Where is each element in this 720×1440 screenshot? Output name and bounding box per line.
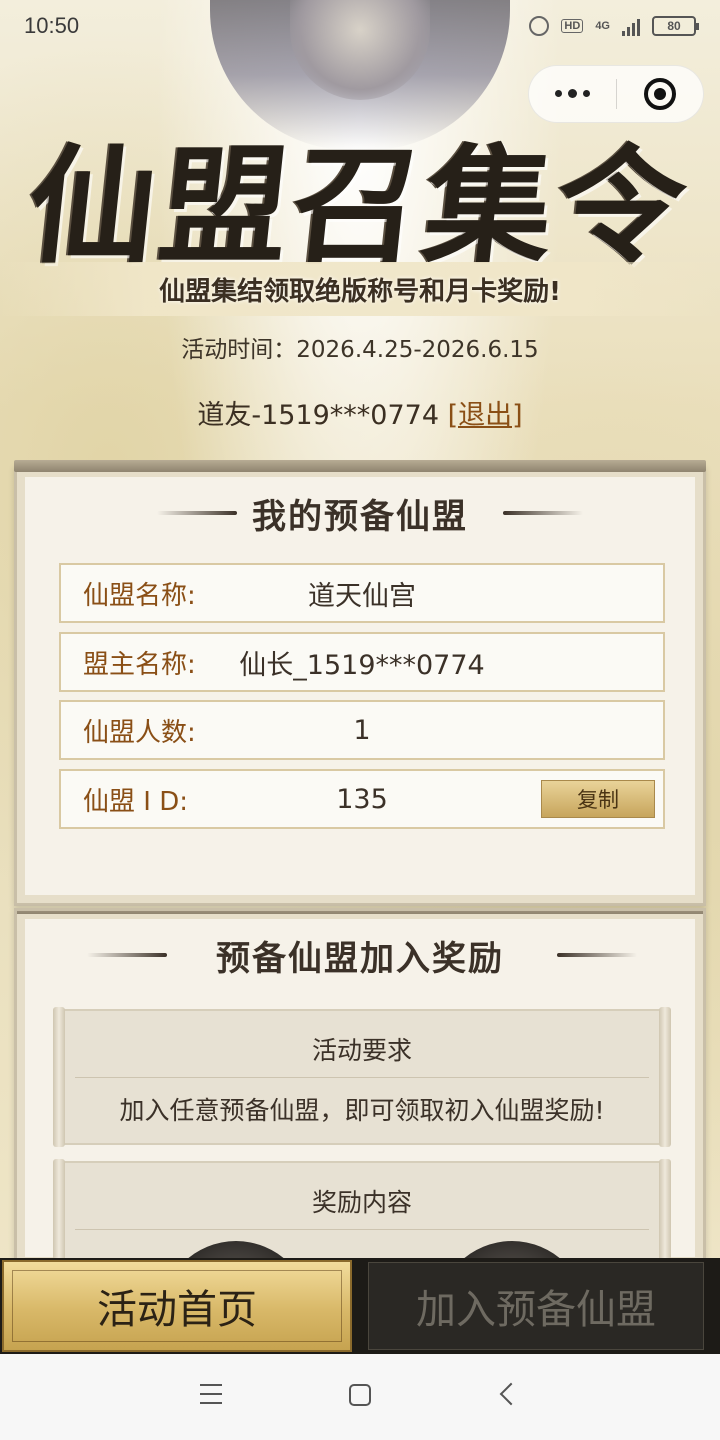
requirement-text: 加入任意预备仙盟，即可领取初入仙盟奖励!	[119, 1096, 605, 1125]
hd-icon: HD	[561, 19, 584, 33]
logout-link[interactable]: [退出]	[448, 400, 523, 431]
join-reward-heading: 预备仙盟加入奖励	[216, 939, 504, 979]
scroll-divider	[75, 1229, 649, 1230]
signal-icon	[622, 16, 640, 36]
page-title: 仙盟召集令	[20, 131, 697, 282]
activity-home-button[interactable]: 活动首页	[2, 1260, 352, 1352]
reward-scroll: 奖励内容	[53, 1159, 671, 1265]
alarm-icon	[529, 16, 550, 36]
requirement-title: 活动要求	[311, 1036, 412, 1065]
back-icon[interactable]	[499, 1382, 523, 1406]
alliance-name-value: 道天仙宫	[308, 580, 416, 612]
menu-icon[interactable]	[200, 1384, 222, 1404]
copy-id-button[interactable]: 复制	[541, 780, 655, 818]
member-count-row: 仙盟人数: 1	[59, 700, 665, 760]
alliance-name-row: 仙盟名称: 道天仙宫	[59, 563, 665, 623]
bottom-tab-bar: 活动首页 加入预备仙盟	[0, 1258, 720, 1354]
activity-home-label: 活动首页	[97, 1287, 257, 1333]
more-icon[interactable]	[529, 89, 616, 98]
network-type: 4G	[595, 20, 610, 32]
subtitle: 仙盟集结领取绝版称号和月卡奖励!	[159, 276, 561, 307]
join-alliance-button[interactable]: 加入预备仙盟	[368, 1262, 704, 1350]
close-miniprogram-icon[interactable]	[617, 78, 704, 110]
battery-icon: 80	[652, 16, 699, 36]
member-count-value: 1	[353, 714, 371, 746]
reward-title: 奖励内容	[311, 1188, 412, 1217]
activity-time: 活动时间：2026.4.25-2026.6.15	[181, 337, 539, 363]
miniprogram-capsule	[528, 65, 704, 123]
join-reward-panel: 预备仙盟加入奖励 活动要求 加入任意预备仙盟，即可领取初入仙盟奖励! 奖励内容	[14, 908, 706, 1268]
requirement-scroll: 活动要求 加入任意预备仙盟，即可领取初入仙盟奖励!	[53, 1007, 671, 1147]
status-bar: 10:50 HD 4G 80	[0, 0, 720, 52]
alliance-id-row: 仙盟 I D: 135 复制	[59, 769, 665, 829]
join-alliance-label: 加入预备仙盟	[416, 1287, 656, 1333]
user-line: 道友-1519***0774 [退出]	[0, 393, 720, 432]
my-alliance-heading: 我的预备仙盟	[252, 497, 468, 537]
my-alliance-panel: 我的预备仙盟 仙盟名称: 道天仙宫 盟主名称: 仙长_1519***0774 仙…	[14, 460, 706, 906]
home-square-icon[interactable]	[349, 1384, 371, 1406]
scroll-divider	[75, 1077, 649, 1078]
status-time: 10:50	[24, 13, 80, 38]
leader-name-value: 仙长_1519***0774	[239, 649, 485, 681]
system-nav-bar	[0, 1354, 720, 1440]
panel-top-bar	[17, 911, 703, 914]
leader-name-row: 盟主名称: 仙长_1519***0774	[59, 632, 665, 692]
subtitle-banner: 仙盟集结领取绝版称号和月卡奖励!	[0, 262, 720, 316]
status-icons: HD 4G 80	[529, 16, 699, 36]
panel-top-bar	[14, 460, 706, 472]
user-name: 道友-1519***0774	[197, 400, 439, 431]
